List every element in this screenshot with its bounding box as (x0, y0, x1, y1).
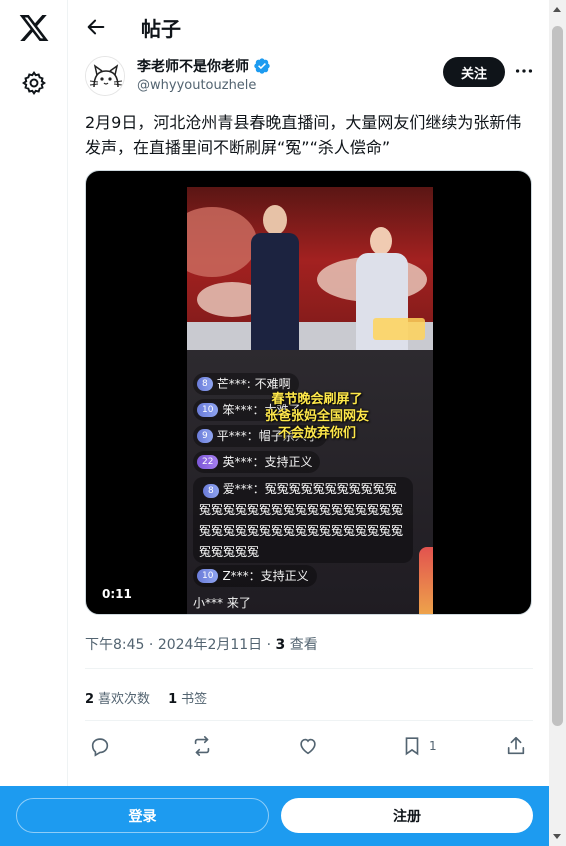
likes-stat[interactable]: 2 喜欢次数 (85, 688, 150, 707)
post-meta: 下午8:45 · 2024年2月11日 · 3 查看 (85, 637, 318, 653)
x-logo-icon[interactable] (18, 12, 50, 44)
reply-button[interactable] (89, 734, 111, 758)
verified-badge-icon (254, 58, 270, 74)
author-handle[interactable]: @whyyoutouzhele (137, 78, 256, 93)
signup-button[interactable]: 注册 (281, 798, 533, 833)
like-button[interactable] (297, 734, 319, 758)
follow-button[interactable]: 关注 (443, 57, 505, 87)
repost-button[interactable] (191, 734, 213, 758)
views-count: 3 (275, 637, 286, 653)
chat-join-notice: 小*** 来了 (193, 596, 251, 610)
video-player[interactable]: 8 芒***: 不难啊 10 笨***：太难了 9 平***：帽子杀人了 22 英***… (85, 170, 532, 615)
video-duration: 0:11 (102, 587, 132, 601)
chat-message: 22 英***：支持正义 (193, 451, 321, 473)
post-text: 2月9日，河北沧州青县春晚直播间，大量网友们继续为张新伟发声，在直播里间不断刷屏… (85, 113, 522, 157)
action-bar: 1 (69, 734, 549, 758)
left-rail (0, 0, 68, 846)
chat-message: 8 爱***：冤冤冤冤冤冤冤冤冤冤冤冤冤冤冤冤冤冤冤冤冤冤冤冤冤冤冤冤冤冤冤冤冤冤… (193, 477, 413, 563)
caption-line: 春节晚会刷屏了 (271, 392, 363, 407)
post-date[interactable]: 2024年2月11日 (158, 637, 262, 653)
scrollbar-thumb[interactable] (552, 26, 563, 726)
scroll-up-icon[interactable] (553, 7, 561, 12)
stage-scene (187, 187, 433, 350)
divider (85, 720, 533, 721)
views-label: 查看 (289, 637, 318, 653)
bookmarks-stat[interactable]: 1 书签 (168, 688, 207, 707)
bookmark-button[interactable]: 1 (401, 734, 437, 758)
heart-icon (300, 738, 316, 755)
reply-icon (91, 738, 109, 757)
divider (85, 668, 533, 669)
login-button[interactable]: 登录 (16, 798, 269, 833)
page-title: 帖子 (141, 17, 181, 41)
scroll-down-icon[interactable] (553, 834, 561, 839)
main-column: 帖子 李老师不是你老师 @whyyoutouzhele 关注 2月9日，河北沧州… (69, 0, 549, 846)
author-name[interactable]: 李老师不是你老师 (137, 56, 249, 76)
caption-line: 张爸张妈全国网友 (264, 409, 369, 424)
video-frame: 8 芒***: 不难啊 10 笨***：太难了 9 平***：帽子杀人了 22 英***… (187, 187, 433, 614)
chat-message: 10 Z***：支持正义 (193, 565, 317, 587)
caption-line: 不会放弃你们 (277, 426, 356, 441)
top-bar: 帖子 (69, 0, 549, 53)
repost-icon (194, 736, 210, 756)
bookmark-count: 1 (429, 739, 437, 753)
page-scrollbar[interactable] (549, 0, 566, 846)
live-chat-overlay: 8 芒***: 不难啊 10 笨***：太难了 9 平***：帽子杀人了 22 英***… (187, 350, 433, 614)
login-prompt-bar: 登录 注册 (0, 786, 549, 846)
author-name-row: 李老师不是你老师 (137, 56, 271, 76)
share-icon (507, 736, 525, 755)
gear-icon[interactable] (21, 70, 47, 96)
cat-avatar-icon (86, 57, 124, 95)
bookmark-icon (405, 737, 419, 756)
more-horizontal-icon[interactable] (513, 60, 535, 82)
avatar[interactable] (85, 56, 125, 96)
arrow-left-icon[interactable] (85, 16, 107, 38)
share-button[interactable] (505, 734, 527, 758)
post-stats: 2 喜欢次数 1 书签 (85, 688, 207, 707)
video-caption: 春节晚会刷屏了 张爸张妈全国网友 不会放弃你们 (217, 391, 417, 442)
post-time[interactable]: 下午8:45 (85, 637, 144, 653)
